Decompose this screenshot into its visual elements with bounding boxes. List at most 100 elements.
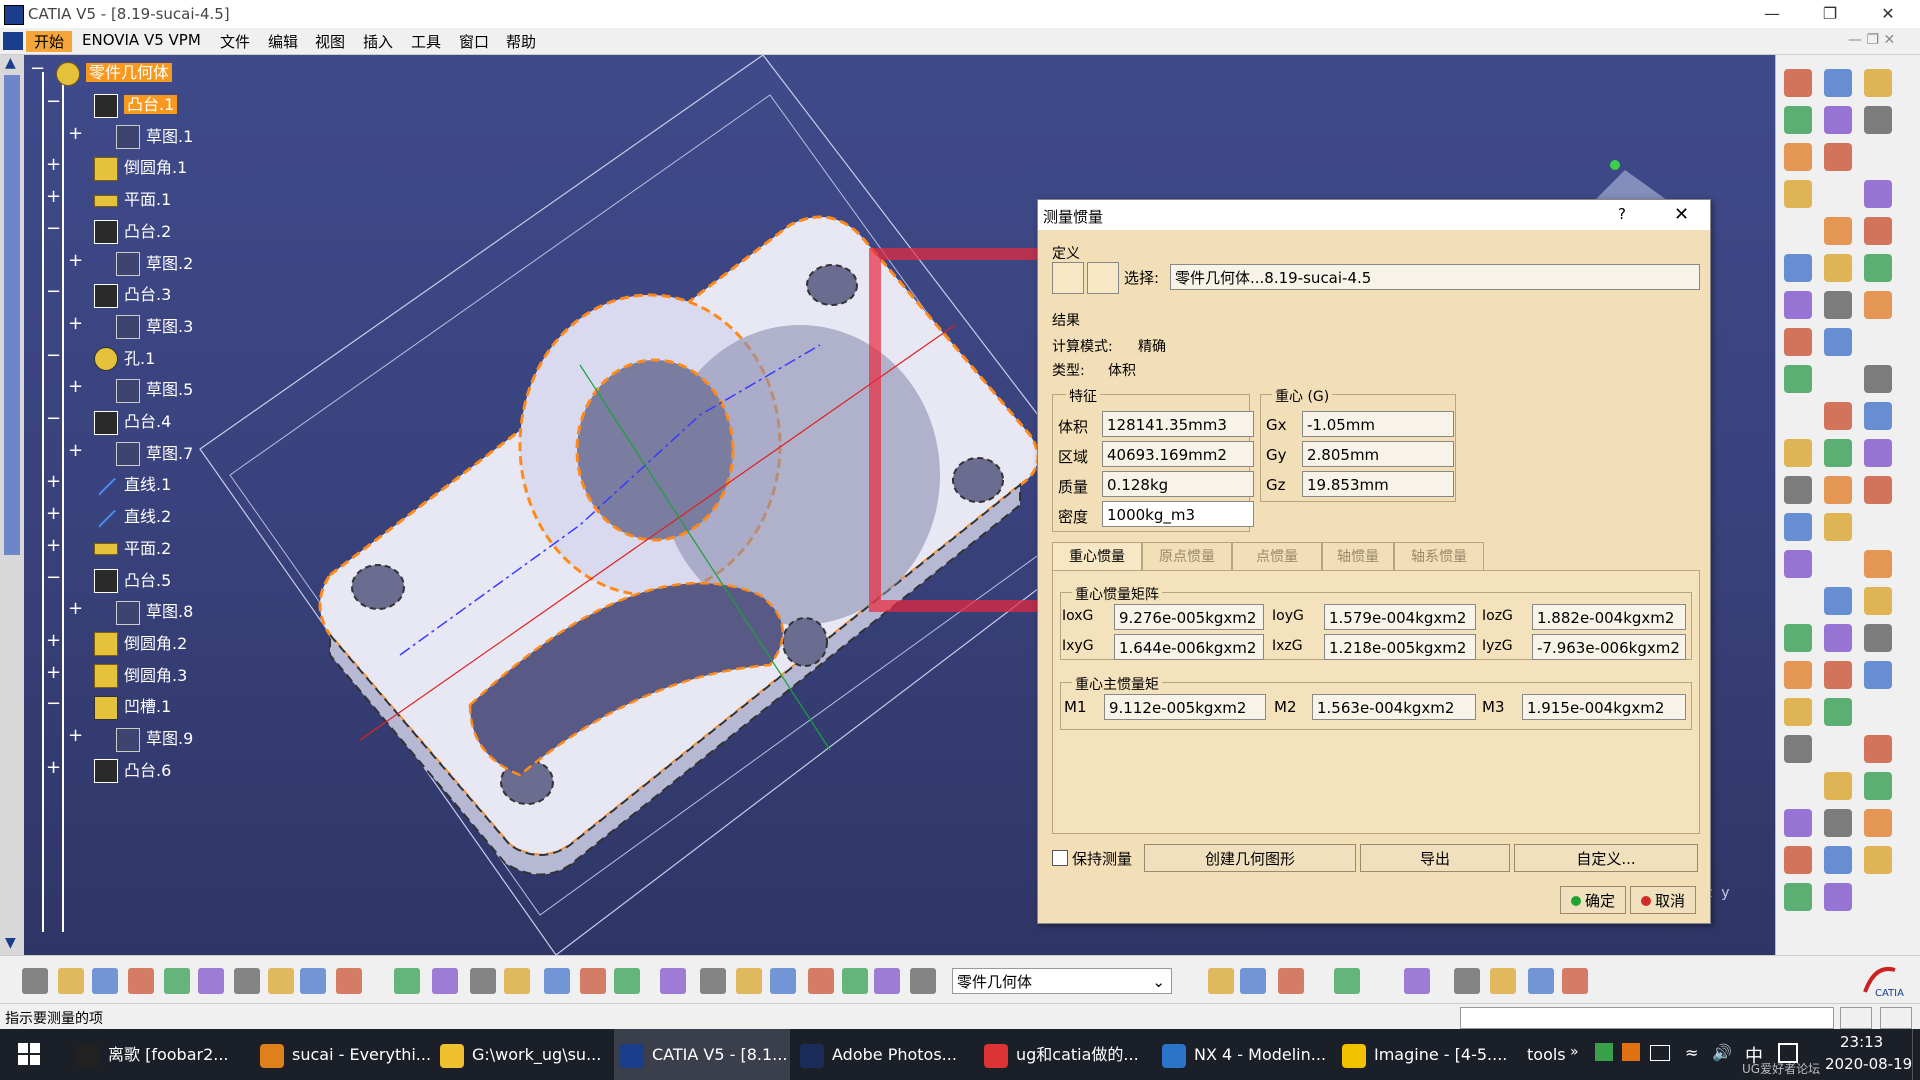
- taskbar-app-button[interactable]: Imagine - [4-5....: [1336, 1029, 1512, 1080]
- body-selector-dropdown[interactable]: 零件几何体 ⌄: [952, 968, 1172, 994]
- taskbar-app-button[interactable]: G:\work_ug\su...: [434, 1029, 610, 1080]
- tree-root[interactable]: 零件几何体: [56, 59, 173, 86]
- toolbar-tool-icon[interactable]: [770, 968, 796, 994]
- toolbar-tool-icon[interactable]: [1824, 809, 1852, 837]
- doc-window-controls[interactable]: — ❐ ✕: [1848, 32, 1895, 48]
- tab-point-inertia[interactable]: 点惯量: [1232, 542, 1322, 571]
- toolbar-tool-icon[interactable]: [1824, 772, 1852, 800]
- menu-window[interactable]: 窗口: [451, 31, 497, 52]
- toolbar-tool-icon[interactable]: [1784, 180, 1812, 208]
- toolbar-tool-icon[interactable]: [128, 968, 154, 994]
- tray-app2-icon[interactable]: [1622, 1043, 1640, 1061]
- toolbar-tool-icon[interactable]: [1562, 968, 1588, 994]
- ioyg-field[interactable]: 1.579e-004kgxm2: [1324, 604, 1476, 630]
- expand-toggle-icon[interactable]: +: [46, 663, 61, 681]
- toolbar-tool-icon[interactable]: [1824, 69, 1852, 97]
- tree-item[interactable]: 草图.1: [116, 123, 193, 150]
- toolbar-tool-icon[interactable]: [910, 968, 936, 994]
- export-button[interactable]: 导出: [1360, 844, 1510, 872]
- help-button[interactable]: ?: [1618, 205, 1626, 223]
- toolbar-tool-icon[interactable]: [1528, 968, 1554, 994]
- ixyg-field[interactable]: 1.644e-006kgxm2: [1114, 634, 1264, 660]
- toolbar-tool-icon[interactable]: [1824, 291, 1852, 319]
- tree-scrollbar[interactable]: ▲ ▼: [0, 55, 24, 955]
- tree-item[interactable]: 草图.5: [116, 376, 193, 403]
- toolbar-tool-icon[interactable]: [1824, 106, 1852, 134]
- toolbar-tool-icon[interactable]: [1864, 106, 1892, 134]
- volume-field[interactable]: 128141.35mm3: [1102, 411, 1254, 437]
- scroll-up-icon[interactable]: ▲: [5, 55, 16, 71]
- expand-toggle-icon[interactable]: −: [46, 283, 61, 301]
- toolbar-tool-icon[interactable]: [1784, 698, 1812, 726]
- tree-item[interactable]: 凸台.4: [94, 408, 171, 435]
- menu-tools[interactable]: 工具: [403, 31, 449, 52]
- clock-date[interactable]: 2020-08-19: [1825, 1055, 1912, 1073]
- taskbar-app-button[interactable]: sucai - Everythi...: [254, 1029, 431, 1080]
- keep-measure-checkbox[interactable]: [1052, 850, 1068, 866]
- toolbar-tool-icon[interactable]: [1334, 968, 1360, 994]
- toolbar-tool-icon[interactable]: [1864, 809, 1892, 837]
- menu-help[interactable]: 帮助: [498, 31, 544, 52]
- toolbar-tool-icon[interactable]: [504, 968, 530, 994]
- tree-scrollbar-thumb[interactable]: [4, 75, 20, 555]
- taskbar-app-button[interactable]: CATIA V5 - [8.1...: [614, 1029, 790, 1080]
- iozg-field[interactable]: 1.882e-004kgxm2: [1532, 604, 1686, 630]
- ok-button[interactable]: 确定: [1560, 886, 1626, 914]
- toolbar-tool-icon[interactable]: [1784, 661, 1812, 689]
- taskbar-app-button[interactable]: ug和catia做的...: [978, 1029, 1154, 1080]
- toolbar-tool-icon[interactable]: [1824, 624, 1852, 652]
- toolbar-tool-icon[interactable]: [1864, 587, 1892, 615]
- toolbar-tool-icon[interactable]: [614, 968, 640, 994]
- area-field[interactable]: 40693.169mm2: [1102, 441, 1254, 467]
- toolbar-tool-icon[interactable]: [198, 968, 224, 994]
- mass-field[interactable]: 0.128kg: [1102, 471, 1254, 497]
- expand-toggle-icon[interactable]: −: [46, 568, 61, 586]
- toolbar-tool-icon[interactable]: [22, 968, 48, 994]
- gx-field[interactable]: -1.05mm: [1302, 411, 1454, 437]
- toolbar-tool-icon[interactable]: [1784, 328, 1812, 356]
- expand-toggle-icon[interactable]: −: [46, 695, 61, 713]
- cancel-button[interactable]: 取消: [1630, 886, 1696, 914]
- iyzg-field[interactable]: -7.963e-006kgxm2: [1532, 634, 1686, 660]
- expand-toggle-icon[interactable]: +: [46, 536, 61, 554]
- status-tool-icon[interactable]: [1840, 1007, 1872, 1029]
- tab-cog-inertia[interactable]: 重心惯量: [1052, 542, 1142, 571]
- toolbar-tool-icon[interactable]: [336, 968, 362, 994]
- tree-item[interactable]: 平面.2: [94, 535, 171, 559]
- toolbar-tool-icon[interactable]: [234, 968, 260, 994]
- battery-icon[interactable]: [1650, 1045, 1670, 1061]
- tree-item[interactable]: 凸台.6: [94, 757, 171, 784]
- expand-toggle-icon[interactable]: −: [46, 219, 61, 237]
- tree-item[interactable]: 草图.8: [116, 598, 193, 625]
- tree-item[interactable]: 孔.1: [94, 345, 155, 372]
- tree-item[interactable]: 草图.9: [116, 725, 193, 752]
- toolbar-tool-icon[interactable]: [1864, 69, 1892, 97]
- toolbar-tool-icon[interactable]: [808, 968, 834, 994]
- toolbar-tool-icon[interactable]: [1784, 143, 1812, 171]
- toolbar-tool-icon[interactable]: [1864, 735, 1892, 763]
- tab-axis-system-inertia[interactable]: 轴系惯量: [1394, 542, 1484, 571]
- toolbar-tool-icon[interactable]: [1784, 254, 1812, 282]
- tree-item[interactable]: 凸台.5: [94, 567, 171, 593]
- tools-label[interactable]: tools: [1527, 1029, 1566, 1080]
- toolbar-tool-icon[interactable]: [1784, 550, 1812, 578]
- status-tool2-icon[interactable]: [1880, 1007, 1912, 1029]
- clock-time[interactable]: 23:13: [1840, 1033, 1883, 1051]
- toolbar-tool-icon[interactable]: [1824, 143, 1852, 171]
- m2-field[interactable]: 1.563e-004kgxm2: [1312, 694, 1476, 720]
- toolbar-tool-icon[interactable]: [660, 968, 686, 994]
- catia-menu-icon[interactable]: [3, 32, 23, 50]
- expand-toggle-icon[interactable]: +: [46, 631, 61, 649]
- minimize-button[interactable]: —: [1752, 2, 1792, 26]
- windows-start-icon[interactable]: [18, 1043, 40, 1065]
- expand-toggle-icon[interactable]: +: [46, 188, 61, 206]
- toolbar-tool-icon[interactable]: [470, 968, 496, 994]
- taskbar-app-button[interactable]: Adobe Photos...: [794, 1029, 970, 1080]
- toolbar-tool-icon[interactable]: [1490, 968, 1516, 994]
- tree-item[interactable]: 草图.3: [116, 313, 193, 340]
- expand-toggle-icon[interactable]: +: [46, 505, 61, 523]
- ixzg-field[interactable]: 1.218e-005kgxm2: [1324, 634, 1476, 660]
- toolbar-tool-icon[interactable]: [1864, 476, 1892, 504]
- expand-toggle-icon[interactable]: +: [46, 156, 61, 174]
- toolbar-tool-icon[interactable]: [1784, 476, 1812, 504]
